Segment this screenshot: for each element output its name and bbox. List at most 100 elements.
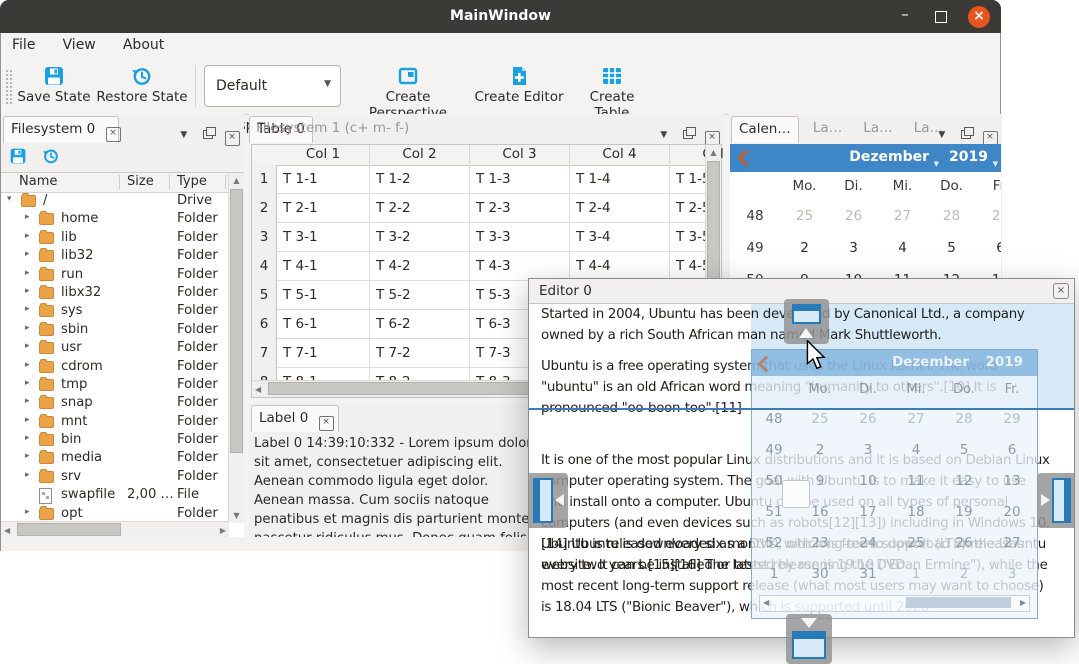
- history-icon[interactable]: [42, 147, 60, 165]
- calendar-day[interactable]: 25: [780, 200, 829, 232]
- dock-indicator-bottom[interactable]: [786, 614, 832, 664]
- tree-header-name[interactable]: Name: [19, 173, 57, 191]
- calendar-day[interactable]: 5: [927, 232, 976, 264]
- float-icon[interactable]: [958, 122, 974, 136]
- calendar-day[interactable]: 6: [976, 232, 1001, 264]
- expand-arrow-icon[interactable]: ▸: [25, 304, 30, 314]
- tree-row[interactable]: ▸ tmp Folder: [1, 376, 229, 394]
- tab-calendar[interactable]: La…: [806, 116, 849, 143]
- editor-content[interactable]: Ubuntu is a free operating system that u…: [529, 304, 1074, 638]
- tree-row[interactable]: ▸ media Folder: [1, 449, 229, 467]
- expand-arrow-icon[interactable]: ▸: [25, 360, 30, 370]
- dock-indicator-top[interactable]: [784, 299, 829, 344]
- expand-arrow-icon[interactable]: ▸: [25, 231, 30, 241]
- dock-indicator-right[interactable]: [1037, 473, 1074, 528]
- create-perspective-button[interactable]: Create Perspective: [348, 65, 468, 121]
- expand-arrow-icon[interactable]: ▸: [25, 451, 30, 461]
- tree-row[interactable]: ▸ run Folder: [1, 266, 229, 284]
- close-button[interactable]: ×: [968, 6, 990, 28]
- tree-row[interactable]: ▸ sys Folder: [1, 302, 229, 320]
- tree-row[interactable]: ▸ lib32 Folder: [1, 247, 229, 265]
- tree-row[interactable]: ▸ lib Folder: [1, 229, 229, 247]
- expand-arrow-icon[interactable]: ▸: [25, 470, 30, 480]
- row-number[interactable]: 3: [252, 223, 277, 252]
- menu-about[interactable]: About: [112, 33, 175, 57]
- table-header[interactable]: Col 1 Col 2 Col 3 Col 4 Col 5: [252, 145, 705, 166]
- tree-row[interactable]: ▸ libx32 Folder: [1, 284, 229, 302]
- tree-row[interactable]: ▸ cdrom Folder: [1, 358, 229, 376]
- month-label[interactable]: Dezember: [849, 144, 929, 171]
- editor-close-icon[interactable]: ×: [1053, 283, 1069, 299]
- expand-arrow-icon[interactable]: ▸: [25, 378, 30, 388]
- expand-arrow-icon[interactable]: ▸: [25, 433, 30, 443]
- tab-close-icon[interactable]: ×: [106, 127, 121, 142]
- tabs-menu-icon[interactable]: [934, 122, 950, 136]
- toolbar-drag-handle[interactable]: [5, 69, 13, 105]
- table-row[interactable]: 3 T 3-1 T 3-2 T 3-3 T 3-4 T 3-5: [252, 223, 705, 252]
- tree-row[interactable]: ▸ bin Folder: [1, 431, 229, 449]
- tab-calendar[interactable]: La…: [856, 116, 899, 143]
- previous-month-icon[interactable]: [738, 150, 755, 167]
- year-label[interactable]: 2019: [949, 144, 988, 171]
- expand-arrow-icon[interactable]: ▸: [25, 268, 30, 278]
- tree-row[interactable]: ▸ home Folder: [1, 210, 229, 228]
- expand-arrow-icon[interactable]: ▸: [25, 396, 30, 406]
- row-number[interactable]: 7: [252, 339, 277, 368]
- calendar-day[interactable]: 27: [878, 200, 927, 232]
- window-titlebar[interactable]: MainWindow – ×: [0, 0, 1001, 33]
- expand-arrow-icon[interactable]: ▸: [25, 212, 30, 222]
- panel-close-icon[interactable]: ×: [224, 122, 240, 136]
- tree-header-type[interactable]: Type: [177, 173, 207, 191]
- calendar-day[interactable]: 3: [829, 232, 878, 264]
- calendar-day[interactable]: 26: [829, 200, 878, 232]
- save-icon[interactable]: [9, 147, 27, 165]
- expand-arrow-icon[interactable]: ▸: [25, 286, 30, 296]
- tree-row[interactable]: ▾ / Drive: [1, 192, 229, 210]
- create-editor-button[interactable]: Create Editor: [472, 65, 566, 105]
- table-row[interactable]: 4 T 4-1 T 4-2 T 4-3 T 4-4 T 4-5: [252, 252, 705, 281]
- tree-header[interactable]: Name Size Type: [1, 173, 229, 193]
- tree-row[interactable]: ▸ mnt Folder: [1, 413, 229, 431]
- tab-filesystem-0[interactable]: Filesystem 0 ×: [3, 116, 119, 143]
- expand-arrow-icon[interactable]: ▸: [25, 323, 30, 333]
- tree-row[interactable]: ▸ usr Folder: [1, 339, 229, 357]
- row-number[interactable]: 1: [252, 165, 277, 194]
- tab-table-0[interactable]: Filesystem 1 (c+ m- f-) ×: [249, 116, 416, 143]
- row-number[interactable]: 5: [252, 281, 277, 310]
- dock-indicator-left[interactable]: [529, 473, 568, 528]
- tabs-menu-icon[interactable]: [176, 122, 192, 136]
- expand-arrow-icon[interactable]: ▸: [25, 415, 30, 425]
- tree-row[interactable]: ▸ snap Folder: [1, 394, 229, 412]
- panel-close-icon[interactable]: ×: [704, 122, 720, 136]
- restore-state-button[interactable]: Restore State: [95, 65, 189, 105]
- tree-row[interactable]: swapfile 2,00 … File: [1, 486, 229, 504]
- calendar-day[interactable]: 29: [976, 200, 1001, 232]
- float-icon[interactable]: [200, 122, 216, 136]
- panel-close-icon[interactable]: ×: [982, 122, 998, 136]
- minimize-button[interactable]: –: [895, 6, 915, 26]
- tab-calendar[interactable]: Calen…: [731, 116, 799, 143]
- calendar-day[interactable]: 4: [878, 232, 927, 264]
- table-row[interactable]: 1 T 1-1 T 1-2 T 1-3 T 1-4 T 1-5: [252, 165, 705, 194]
- tab-close-icon[interactable]: ×: [319, 416, 334, 431]
- perspective-combobox[interactable]: Default Perspective ▼: [204, 65, 341, 107]
- tree-row[interactable]: ▸ srv Folder: [1, 468, 229, 486]
- table-row[interactable]: 2 T 2-1 T 2-2 T 2-3 T 2-4 T 2-5: [252, 194, 705, 223]
- tabs-menu-icon[interactable]: [656, 122, 672, 136]
- expand-arrow-icon[interactable]: ▸: [25, 507, 30, 517]
- menu-file[interactable]: File: [1, 33, 46, 57]
- tree-vertical-scrollbar[interactable]: ▲ ▼: [228, 173, 244, 523]
- tab-label-0[interactable]: Label 0 ×: [251, 405, 339, 432]
- maximize-button[interactable]: [935, 11, 947, 23]
- float-icon[interactable]: [680, 122, 696, 136]
- tree-horizontal-scrollbar[interactable]: ◀ ▶: [1, 521, 229, 538]
- expand-arrow-icon[interactable]: ▸: [25, 249, 30, 259]
- dock-indicator-center[interactable]: [782, 480, 810, 508]
- menu-view[interactable]: View: [52, 33, 107, 57]
- row-number[interactable]: 6: [252, 310, 277, 339]
- expand-arrow-icon[interactable]: ▾: [7, 194, 12, 204]
- create-table-button[interactable]: Create Table: [570, 65, 654, 121]
- save-state-button[interactable]: Save State: [15, 65, 93, 105]
- row-number[interactable]: 4: [252, 252, 277, 281]
- calendar-day[interactable]: 28: [927, 200, 976, 232]
